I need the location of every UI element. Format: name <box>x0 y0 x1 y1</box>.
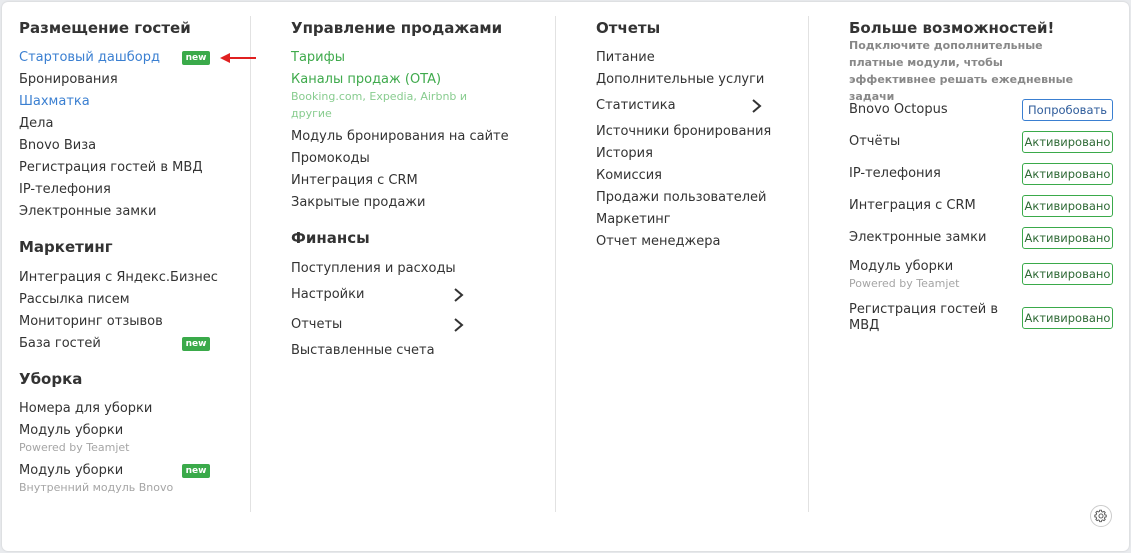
menu-item-income-expenses[interactable]: Поступления и расходы <box>291 261 456 276</box>
menu-item-booking-sources[interactable]: Источники бронирования <box>596 124 771 139</box>
chevron-right-icon[interactable] <box>452 317 466 333</box>
menu-item-finance-reports[interactable]: Отчеты <box>291 317 342 332</box>
activated-button[interactable]: Активировано <box>1022 163 1113 185</box>
menu-item-chessboard[interactable]: Шахматка <box>19 94 90 109</box>
new-badge: new <box>182 464 210 478</box>
menu-item-visa[interactable]: Bnovo Виза <box>19 138 96 153</box>
section-heading-marketing: Маркетинг <box>19 238 113 256</box>
gear-icon <box>1094 509 1107 523</box>
menu-item-guest-base[interactable]: База гостей <box>19 336 101 351</box>
section-heading-finance: Финансы <box>291 229 370 247</box>
menu-item-marketing-report[interactable]: Маркетинг <box>596 212 671 227</box>
activated-button[interactable]: Активировано <box>1022 227 1113 249</box>
red-arrow-icon <box>220 53 256 63</box>
menu-item-subtitle: другие <box>291 107 332 120</box>
menu-item-ota-channels[interactable]: Каналы продаж (OTA) <box>291 72 441 87</box>
feature-subtitle: Powered by Teamjet <box>849 277 960 290</box>
chevron-right-icon[interactable] <box>452 287 466 303</box>
activated-button[interactable]: Активировано <box>1022 307 1113 329</box>
new-badge: new <box>182 51 210 65</box>
menu-item-crm-integration[interactable]: Интеграция с CRM <box>291 173 418 188</box>
activated-button[interactable]: Активировано <box>1022 263 1113 285</box>
more-features-description: Подключите дополнительные платные модули… <box>849 39 1074 103</box>
chevron-right-icon[interactable] <box>750 98 764 114</box>
feature-label-mvd-line2: МВД <box>849 318 880 333</box>
section-heading-more-features: Больше возможностей! <box>849 19 1055 37</box>
menu-item-subtitle: Booking.com, Expedia, Airbnb и <box>291 90 468 103</box>
try-button[interactable]: Попробовать <box>1022 99 1113 121</box>
column-divider <box>555 16 556 512</box>
section-heading-reports: Отчеты <box>596 19 661 37</box>
feature-label-crm: Интеграция с CRM <box>849 198 976 213</box>
menu-item-finance-settings[interactable]: Настройки <box>291 287 364 302</box>
menu-item-extra-services[interactable]: Дополнительные услуги <box>596 72 764 87</box>
menu-item-subtitle: Powered by Teamjet <box>19 441 130 454</box>
menu-item-cleaning-module-teamjet[interactable]: Модуль уборки <box>19 423 123 438</box>
menu-item-mvd-registration[interactable]: Регистрация гостей в МВД <box>19 160 202 175</box>
menu-item-mailing[interactable]: Рассылка писем <box>19 292 130 307</box>
menu-item-invoices[interactable]: Выставленные счета <box>291 343 435 358</box>
menu-item-dashboard[interactable]: Стартовый дашборд <box>19 50 160 65</box>
menu-item-promocodes[interactable]: Промокоды <box>291 151 370 166</box>
menu-item-tasks[interactable]: Дела <box>19 116 53 131</box>
column-divider <box>808 16 809 512</box>
section-heading-cleaning: Уборка <box>19 370 83 388</box>
menu-item-closed-sales[interactable]: Закрытые продажи <box>291 195 425 210</box>
column-divider <box>250 16 251 512</box>
section-heading-guests: Размещение гостей <box>19 19 191 37</box>
menu-item-yandex-business[interactable]: Интеграция с Яндекс.Бизнес <box>19 270 218 285</box>
feature-label-ip-telephony: IP-телефония <box>849 166 941 181</box>
activated-button[interactable]: Активировано <box>1022 195 1113 217</box>
settings-button[interactable] <box>1090 505 1112 527</box>
menu-item-electronic-locks[interactable]: Электронные замки <box>19 204 156 219</box>
menu-item-manager-report[interactable]: Отчет менеджера <box>596 234 720 249</box>
menu-item-food[interactable]: Питание <box>596 50 655 65</box>
feature-label-octopus: Bnovo Octopus <box>849 102 948 117</box>
menu-item-user-sales[interactable]: Продажи пользователей <box>596 190 766 205</box>
feature-label-reports: Отчёты <box>849 134 901 149</box>
feature-label-locks: Электронные замки <box>849 230 987 245</box>
menu-item-bookings[interactable]: Бронирования <box>19 72 118 87</box>
feature-label-mvd: Регистрация гостей в <box>849 302 999 317</box>
menu-item-commission[interactable]: Комиссия <box>596 168 662 183</box>
menu-item-tariffs[interactable]: Тарифы <box>291 50 345 65</box>
menu-item-subtitle: Внутренний модуль Bnovo <box>19 481 174 494</box>
menu-item-history[interactable]: История <box>596 146 653 161</box>
feature-label-cleaning: Модуль уборки <box>849 259 954 274</box>
menu-item-reviews-monitoring[interactable]: Мониторинг отзывов <box>19 314 163 329</box>
menu-item-booking-module[interactable]: Модуль бронирования на сайте <box>291 129 509 144</box>
menu-item-statistics[interactable]: Статистика <box>596 98 676 113</box>
menu-item-cleaning-rooms[interactable]: Номера для уборки <box>19 401 152 416</box>
activated-button[interactable]: Активировано <box>1022 131 1113 153</box>
menu-item-ip-telephony[interactable]: IP-телефония <box>19 182 111 197</box>
section-heading-sales: Управление продажами <box>291 19 503 37</box>
menu-item-cleaning-module-internal[interactable]: Модуль уборки <box>19 463 123 478</box>
new-badge: new <box>182 337 210 351</box>
